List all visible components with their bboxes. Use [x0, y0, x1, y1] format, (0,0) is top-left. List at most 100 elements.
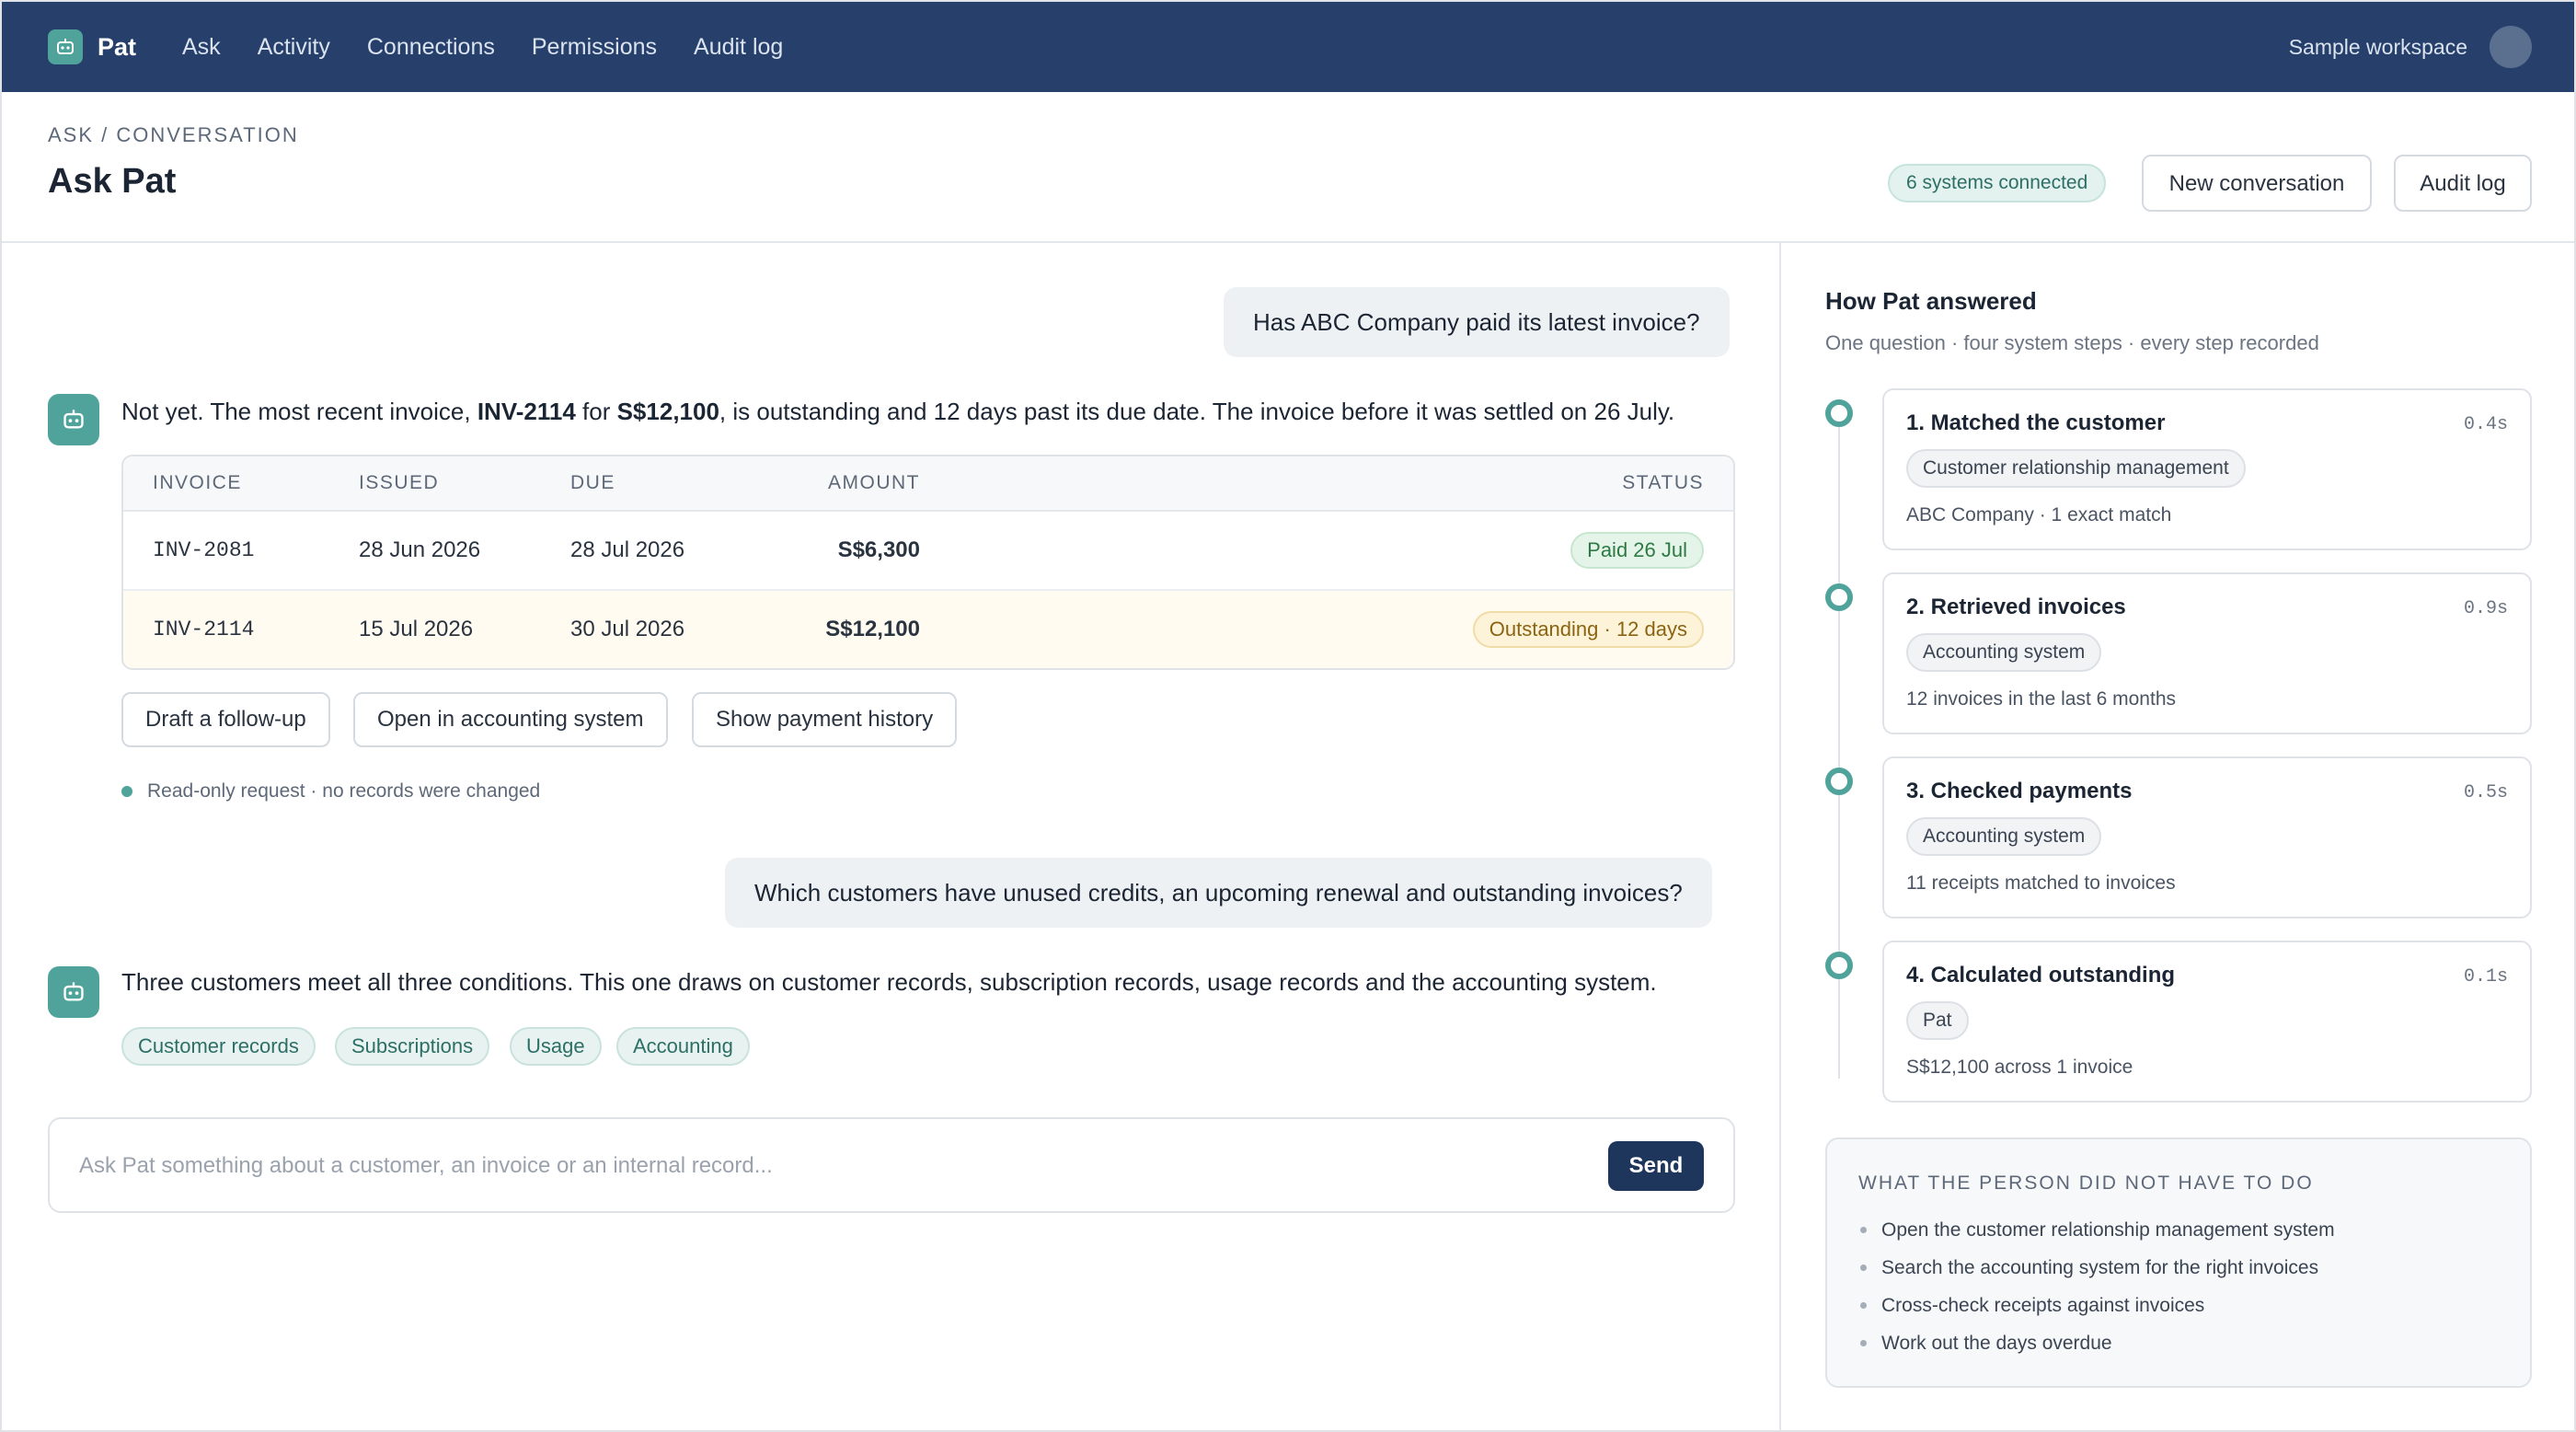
column-header-amount: AMOUNT: [773, 456, 920, 512]
avatar[interactable]: [2490, 26, 2532, 68]
panel-title: How Pat answered: [1825, 287, 2037, 315]
robot-icon: [48, 966, 99, 1018]
timeline-node: [1825, 952, 1853, 979]
message-input[interactable]: [77, 1147, 1553, 1185]
step-system-tag: Customer relationship management: [1906, 449, 2246, 488]
step-duration: 0.9s: [2463, 598, 2508, 619]
nav-link-permissions[interactable]: Permissions: [532, 29, 657, 64]
amount: S$12,100: [773, 591, 920, 668]
bullet-icon: [1860, 1340, 1867, 1346]
column-header-issued: ISSUED: [359, 456, 570, 512]
list-item: Work out the days overdue: [1858, 1324, 2335, 1362]
readonly-note-text: Read-only request · no records were chan…: [147, 780, 541, 802]
message-text: Not yet. The most recent invoice,: [121, 398, 477, 425]
new-conversation-button[interactable]: New conversation: [2142, 155, 2372, 212]
invoice-table: INVOICE ISSUED DUE AMOUNT STATUS INV-208…: [121, 455, 1735, 670]
timeline-node: [1825, 768, 1853, 795]
assistant-message: Three customers meet all three condition…: [121, 968, 1657, 996]
list-item: Open the customer relationship managemen…: [1858, 1211, 2335, 1249]
user-message: Has ABC Company paid its latest invoice?: [1224, 287, 1730, 357]
brand-name[interactable]: Pat: [98, 29, 136, 64]
status-badge: Paid 26 Jul: [1570, 532, 1704, 569]
step-system-tag: Accounting system: [1906, 633, 2102, 672]
breadcrumb: ASK / CONVERSATION: [48, 123, 299, 146]
step-card[interactable]: 1. Matched the customer 0.4s Customer re…: [1882, 388, 2532, 550]
step-title: 3. Checked payments: [1906, 779, 2133, 803]
step-system-tag: Pat: [1906, 1001, 1969, 1040]
message-composer: Send: [48, 1117, 1735, 1213]
step-system-tag: Accounting system: [1906, 817, 2102, 856]
status-badge: Outstanding · 12 days: [1472, 611, 1704, 648]
status-cell: Outstanding · 12 days: [920, 591, 1733, 668]
readonly-note: Read-only request · no records were chan…: [121, 780, 540, 803]
step-title: 4. Calculated outstanding: [1906, 963, 2176, 987]
open-accounting-system-button[interactable]: Open in accounting system: [353, 692, 668, 747]
timeline-node: [1825, 399, 1853, 427]
table-row[interactable]: INV-2114 15 Jul 2026 30 Jul 2026 S$12,10…: [123, 591, 1733, 668]
nav-link-audit-log[interactable]: Audit log: [694, 29, 783, 64]
step-duration: 0.5s: [2463, 782, 2508, 803]
table-row[interactable]: INV-2081 28 Jun 2026 28 Jul 2026 S$6,300…: [123, 512, 1733, 591]
list-item-text: Cross-check receipts against invoices: [1881, 1295, 2205, 1316]
header-divider: [2, 241, 2574, 243]
step-card[interactable]: 2. Retrieved invoices 0.9s Accounting sy…: [1882, 572, 2532, 734]
show-payment-history-button[interactable]: Show payment history: [692, 692, 958, 747]
list-item-text: Open the customer relationship managemen…: [1881, 1219, 2335, 1241]
message-text: for: [575, 398, 617, 425]
nav-link-connections[interactable]: Connections: [367, 29, 495, 64]
due-date: 30 Jul 2026: [570, 591, 773, 668]
assistant-message: Not yet. The most recent invoice, INV-21…: [121, 398, 1674, 426]
list-item-text: Work out the days overdue: [1881, 1333, 2112, 1354]
send-button[interactable]: Send: [1608, 1141, 1704, 1191]
panel-subtitle: One question · four system steps · every…: [1825, 331, 2319, 354]
nav-link-ask[interactable]: Ask: [182, 29, 221, 64]
invoice-id[interactable]: INV-2114: [123, 591, 359, 668]
invoice-reference: INV-2114: [477, 398, 576, 425]
list-item: Cross-check receipts against invoices: [1858, 1287, 2335, 1324]
step-card[interactable]: 3. Checked payments 0.5s Accounting syst…: [1882, 756, 2532, 918]
issued-date: 28 Jun 2026: [359, 512, 570, 591]
source-chip-usage[interactable]: Usage: [510, 1027, 602, 1066]
issued-date: 15 Jul 2026: [359, 591, 570, 668]
nav-link-activity[interactable]: Activity: [258, 29, 330, 64]
timeline-node: [1825, 583, 1853, 611]
list-item-text: Search the accounting system for the rig…: [1881, 1257, 2319, 1278]
amount-reference: S$12,100: [616, 398, 719, 425]
not-done-list: Open the customer relationship managemen…: [1858, 1211, 2335, 1362]
robot-icon: [48, 394, 99, 445]
app-window: Pat Ask Activity Connections Permissions…: [0, 0, 2576, 1432]
bullet-icon: [1860, 1227, 1867, 1233]
column-header-invoice: INVOICE: [123, 456, 359, 512]
robot-icon[interactable]: [48, 29, 83, 64]
step-title: 1. Matched the customer: [1906, 410, 2166, 435]
step-detail: 12 invoices in the last 6 months: [1906, 688, 2176, 710]
page-title: Ask Pat: [48, 162, 177, 201]
step-detail: S$12,100 across 1 invoice: [1906, 1057, 2133, 1078]
connected-systems-badge: 6 systems connected: [1888, 164, 2107, 202]
source-chip-customer-records[interactable]: Customer records: [121, 1027, 316, 1066]
step-card[interactable]: 4. Calculated outstanding 0.1s Pat S$12,…: [1882, 941, 2532, 1103]
step-duration: 0.1s: [2463, 966, 2508, 987]
top-navigation: Pat Ask Activity Connections Permissions…: [2, 2, 2574, 92]
audit-log-button[interactable]: Audit log: [2394, 155, 2532, 212]
timeline-line: [1838, 427, 1840, 1079]
source-chip-accounting[interactable]: Accounting: [616, 1027, 750, 1066]
workspace-switcher[interactable]: Sample workspace: [2289, 29, 2467, 64]
due-date: 28 Jul 2026: [570, 512, 773, 591]
bullet-icon: [1860, 1265, 1867, 1271]
invoice-id[interactable]: INV-2081: [123, 512, 359, 591]
not-done-summary: WHAT THE PERSON DID NOT HAVE TO DO Open …: [1825, 1138, 2532, 1388]
step-duration: 0.4s: [2463, 414, 2508, 435]
step-title: 2. Retrieved invoices: [1906, 595, 2126, 619]
status-cell: Paid 26 Jul: [920, 512, 1733, 591]
user-message: Which customers have unused credits, an …: [725, 858, 1712, 928]
bullet-icon: [1860, 1302, 1867, 1309]
nav-links: Ask Activity Connections Permissions Aud…: [182, 29, 783, 64]
draft-follow-up-button[interactable]: Draft a follow-up: [121, 692, 330, 747]
column-header-due: DUE: [570, 456, 773, 512]
status-dot-icon: [121, 786, 132, 797]
column-header-status: STATUS: [920, 456, 1733, 512]
panel-divider: [1779, 243, 1781, 1430]
source-chip-subscriptions[interactable]: Subscriptions: [335, 1027, 490, 1066]
step-detail: 11 receipts matched to invoices: [1906, 872, 2176, 894]
